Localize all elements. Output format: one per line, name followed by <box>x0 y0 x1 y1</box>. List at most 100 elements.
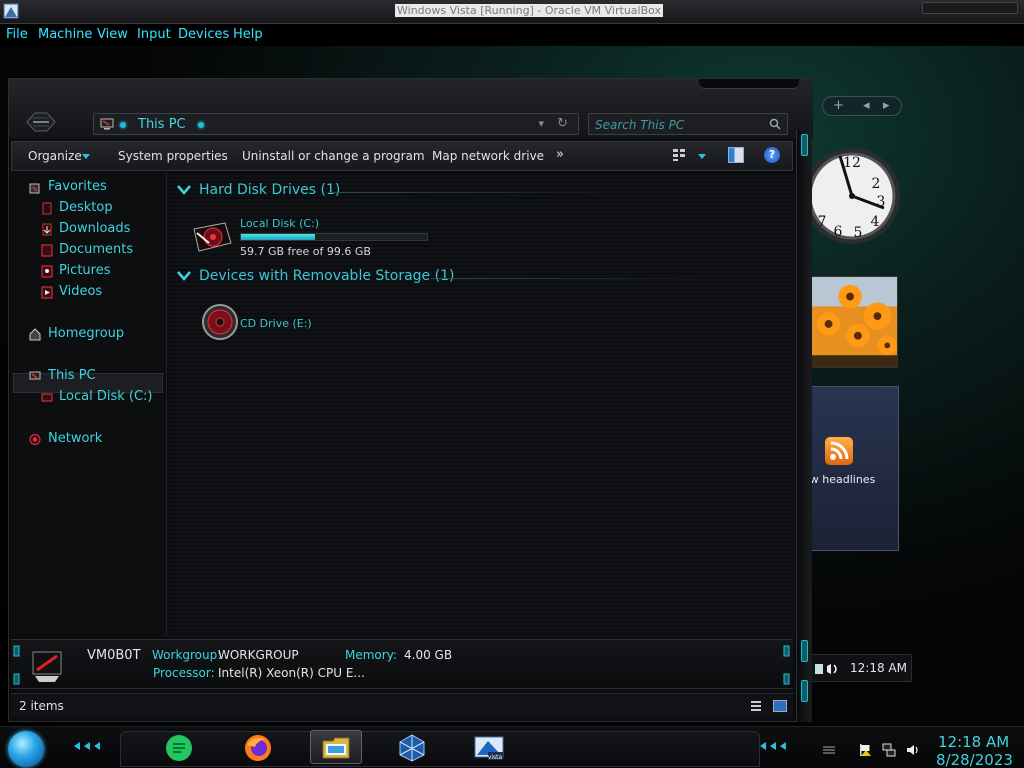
address-location[interactable]: This PC <box>138 117 186 132</box>
nav-local-disk[interactable]: Local Disk (C:) <box>59 389 152 404</box>
view-options-dropdown-icon[interactable] <box>698 154 706 159</box>
group-hard-disk-drives[interactable]: Hard Disk Drives (1) <box>199 182 340 198</box>
host-window-title: Windows Vista [Running] - Oracle VM Virt… <box>395 4 664 17</box>
menu-help[interactable]: Help <box>233 27 263 42</box>
address-separator-icon <box>120 122 126 128</box>
feed-headlines-gadget[interactable]: ew headlines <box>803 386 899 551</box>
cd-drive-icon[interactable] <box>201 303 239 341</box>
guest-tray-peek: 12:18 AM <box>806 654 912 682</box>
gadget-prev-button[interactable]: ◂ <box>863 98 870 113</box>
documents-icon <box>41 244 53 257</box>
change-view-icon[interactable] <box>672 148 686 162</box>
back-forward-emblem-icon[interactable] <box>25 111 57 133</box>
computer-icon <box>100 118 114 130</box>
vista-vm-icon[interactable]: vista <box>474 733 504 763</box>
disk-usage-bar <box>240 233 428 241</box>
collapse-group-icon[interactable] <box>177 271 191 281</box>
search-box[interactable] <box>588 113 788 135</box>
taskbar-clock-date[interactable]: 8/28/2023 <box>936 751 1013 768</box>
map-network-drive-button[interactable]: Map network drive <box>432 149 544 163</box>
large-icons-view-icon[interactable] <box>773 700 787 712</box>
nav-desktop[interactable]: Desktop <box>59 200 113 215</box>
host-titlebar: Windows Vista [Running] - Oracle VM Virt… <box>0 0 1024 24</box>
cd-drive-label[interactable]: CD Drive (E:) <box>240 317 312 330</box>
search-input[interactable] <box>595 117 765 132</box>
menu-file[interactable]: File <box>6 27 28 42</box>
frame-ornament <box>801 640 808 662</box>
nav-videos[interactable]: Videos <box>59 284 102 299</box>
taskbar-explorer-button[interactable] <box>310 730 362 764</box>
menu-devices[interactable]: Devices <box>178 27 229 42</box>
taskbar-ornament <box>760 742 786 750</box>
downloads-icon <box>42 223 52 236</box>
computer-icon <box>32 651 62 682</box>
add-gadget-button[interactable]: + <box>833 98 844 113</box>
system-properties-button[interactable]: System properties <box>118 149 228 163</box>
gadget-controls[interactable]: + ◂ ▸ <box>822 96 902 116</box>
videos-icon <box>41 286 53 299</box>
virtualbox-icon[interactable] <box>397 733 427 763</box>
slideshow-gadget[interactable] <box>808 276 898 368</box>
memory-value: 4.00 GB <box>404 648 453 662</box>
nav-this-pc[interactable]: This PC <box>48 368 96 383</box>
command-bar: Organize System properties Uninstall or … <box>11 141 793 171</box>
nav-homegroup[interactable]: Homegroup <box>48 326 124 341</box>
nav-documents[interactable]: Documents <box>59 242 133 257</box>
collapse-group-icon[interactable] <box>177 185 191 195</box>
disk-usage-fill <box>241 234 315 240</box>
taskbar-band <box>120 731 760 767</box>
host-caption-buttons[interactable] <box>922 2 1018 14</box>
volume-icon[interactable] <box>906 743 920 757</box>
svg-text:2: 2 <box>872 176 881 192</box>
group-removable-storage[interactable]: Devices with Removable Storage (1) <box>199 268 454 284</box>
virtualbox-app-icon[interactable] <box>3 3 19 19</box>
nav-network[interactable]: Network <box>48 431 102 446</box>
menu-machine[interactable]: Machine <box>38 27 92 42</box>
rss-icon <box>825 437 853 465</box>
nav-favorites[interactable]: Favorites <box>48 179 107 194</box>
address-chevron-icon[interactable] <box>198 122 204 128</box>
messaging-app-icon[interactable] <box>164 733 194 763</box>
nav-pictures[interactable]: Pictures <box>59 263 110 278</box>
nav-downloads[interactable]: Downloads <box>59 221 130 236</box>
menu-input[interactable]: Input <box>137 27 171 42</box>
frame-ornament <box>783 645 790 685</box>
network-status-icon[interactable] <box>882 743 896 757</box>
action-center-flag-icon[interactable] <box>858 743 872 757</box>
address-history-dropdown[interactable]: ▾ <box>538 117 544 130</box>
local-disk-c-label[interactable]: Local Disk (C:) <box>240 217 319 230</box>
frame-ornament <box>13 645 20 685</box>
svg-text:4: 4 <box>871 214 880 230</box>
explorer-window: This PC ▾ ↻ Organize System properties U… <box>8 78 813 722</box>
clock-gadget[interactable]: 122 34 567 <box>806 136 902 256</box>
frame-ornament <box>801 134 808 156</box>
speaker-icon <box>815 664 837 674</box>
help-icon[interactable]: ? <box>764 147 780 163</box>
group-divider <box>329 192 629 193</box>
refresh-icon[interactable]: ↻ <box>557 116 568 131</box>
svg-text:7: 7 <box>818 214 827 230</box>
firefox-icon[interactable] <box>243 733 273 763</box>
uninstall-program-button[interactable]: Uninstall or change a program <box>242 149 425 163</box>
guest-taskbar: vista 12:18 AM 8/28/2023 <box>0 726 1024 768</box>
preview-pane-icon[interactable] <box>728 147 744 163</box>
titlebar-ornament <box>699 79 799 89</box>
svg-text:vista: vista <box>488 754 503 761</box>
show-desktop-icon[interactable] <box>822 743 836 757</box>
this-pc-icon <box>29 371 41 380</box>
start-button[interactable] <box>8 731 44 767</box>
address-bar[interactable]: This PC ▾ ↻ <box>93 113 579 135</box>
hard-disk-icon[interactable] <box>191 219 233 255</box>
menu-view[interactable]: View <box>97 27 128 42</box>
window-right-frame[interactable] <box>796 130 812 722</box>
more-commands-button[interactable]: » <box>556 147 564 162</box>
taskbar-clock-time[interactable]: 12:18 AM <box>938 733 1009 751</box>
organize-dropdown-icon[interactable] <box>82 154 90 159</box>
processor-label: Processor: <box>153 666 215 680</box>
feed-headlines-label: ew headlines <box>803 473 876 486</box>
details-view-icon[interactable] <box>751 700 761 712</box>
search-icon[interactable] <box>769 118 781 130</box>
computer-name: VM0B0T <box>87 648 141 663</box>
organize-button[interactable]: Organize <box>28 149 82 163</box>
gadget-next-button[interactable]: ▸ <box>883 98 890 113</box>
